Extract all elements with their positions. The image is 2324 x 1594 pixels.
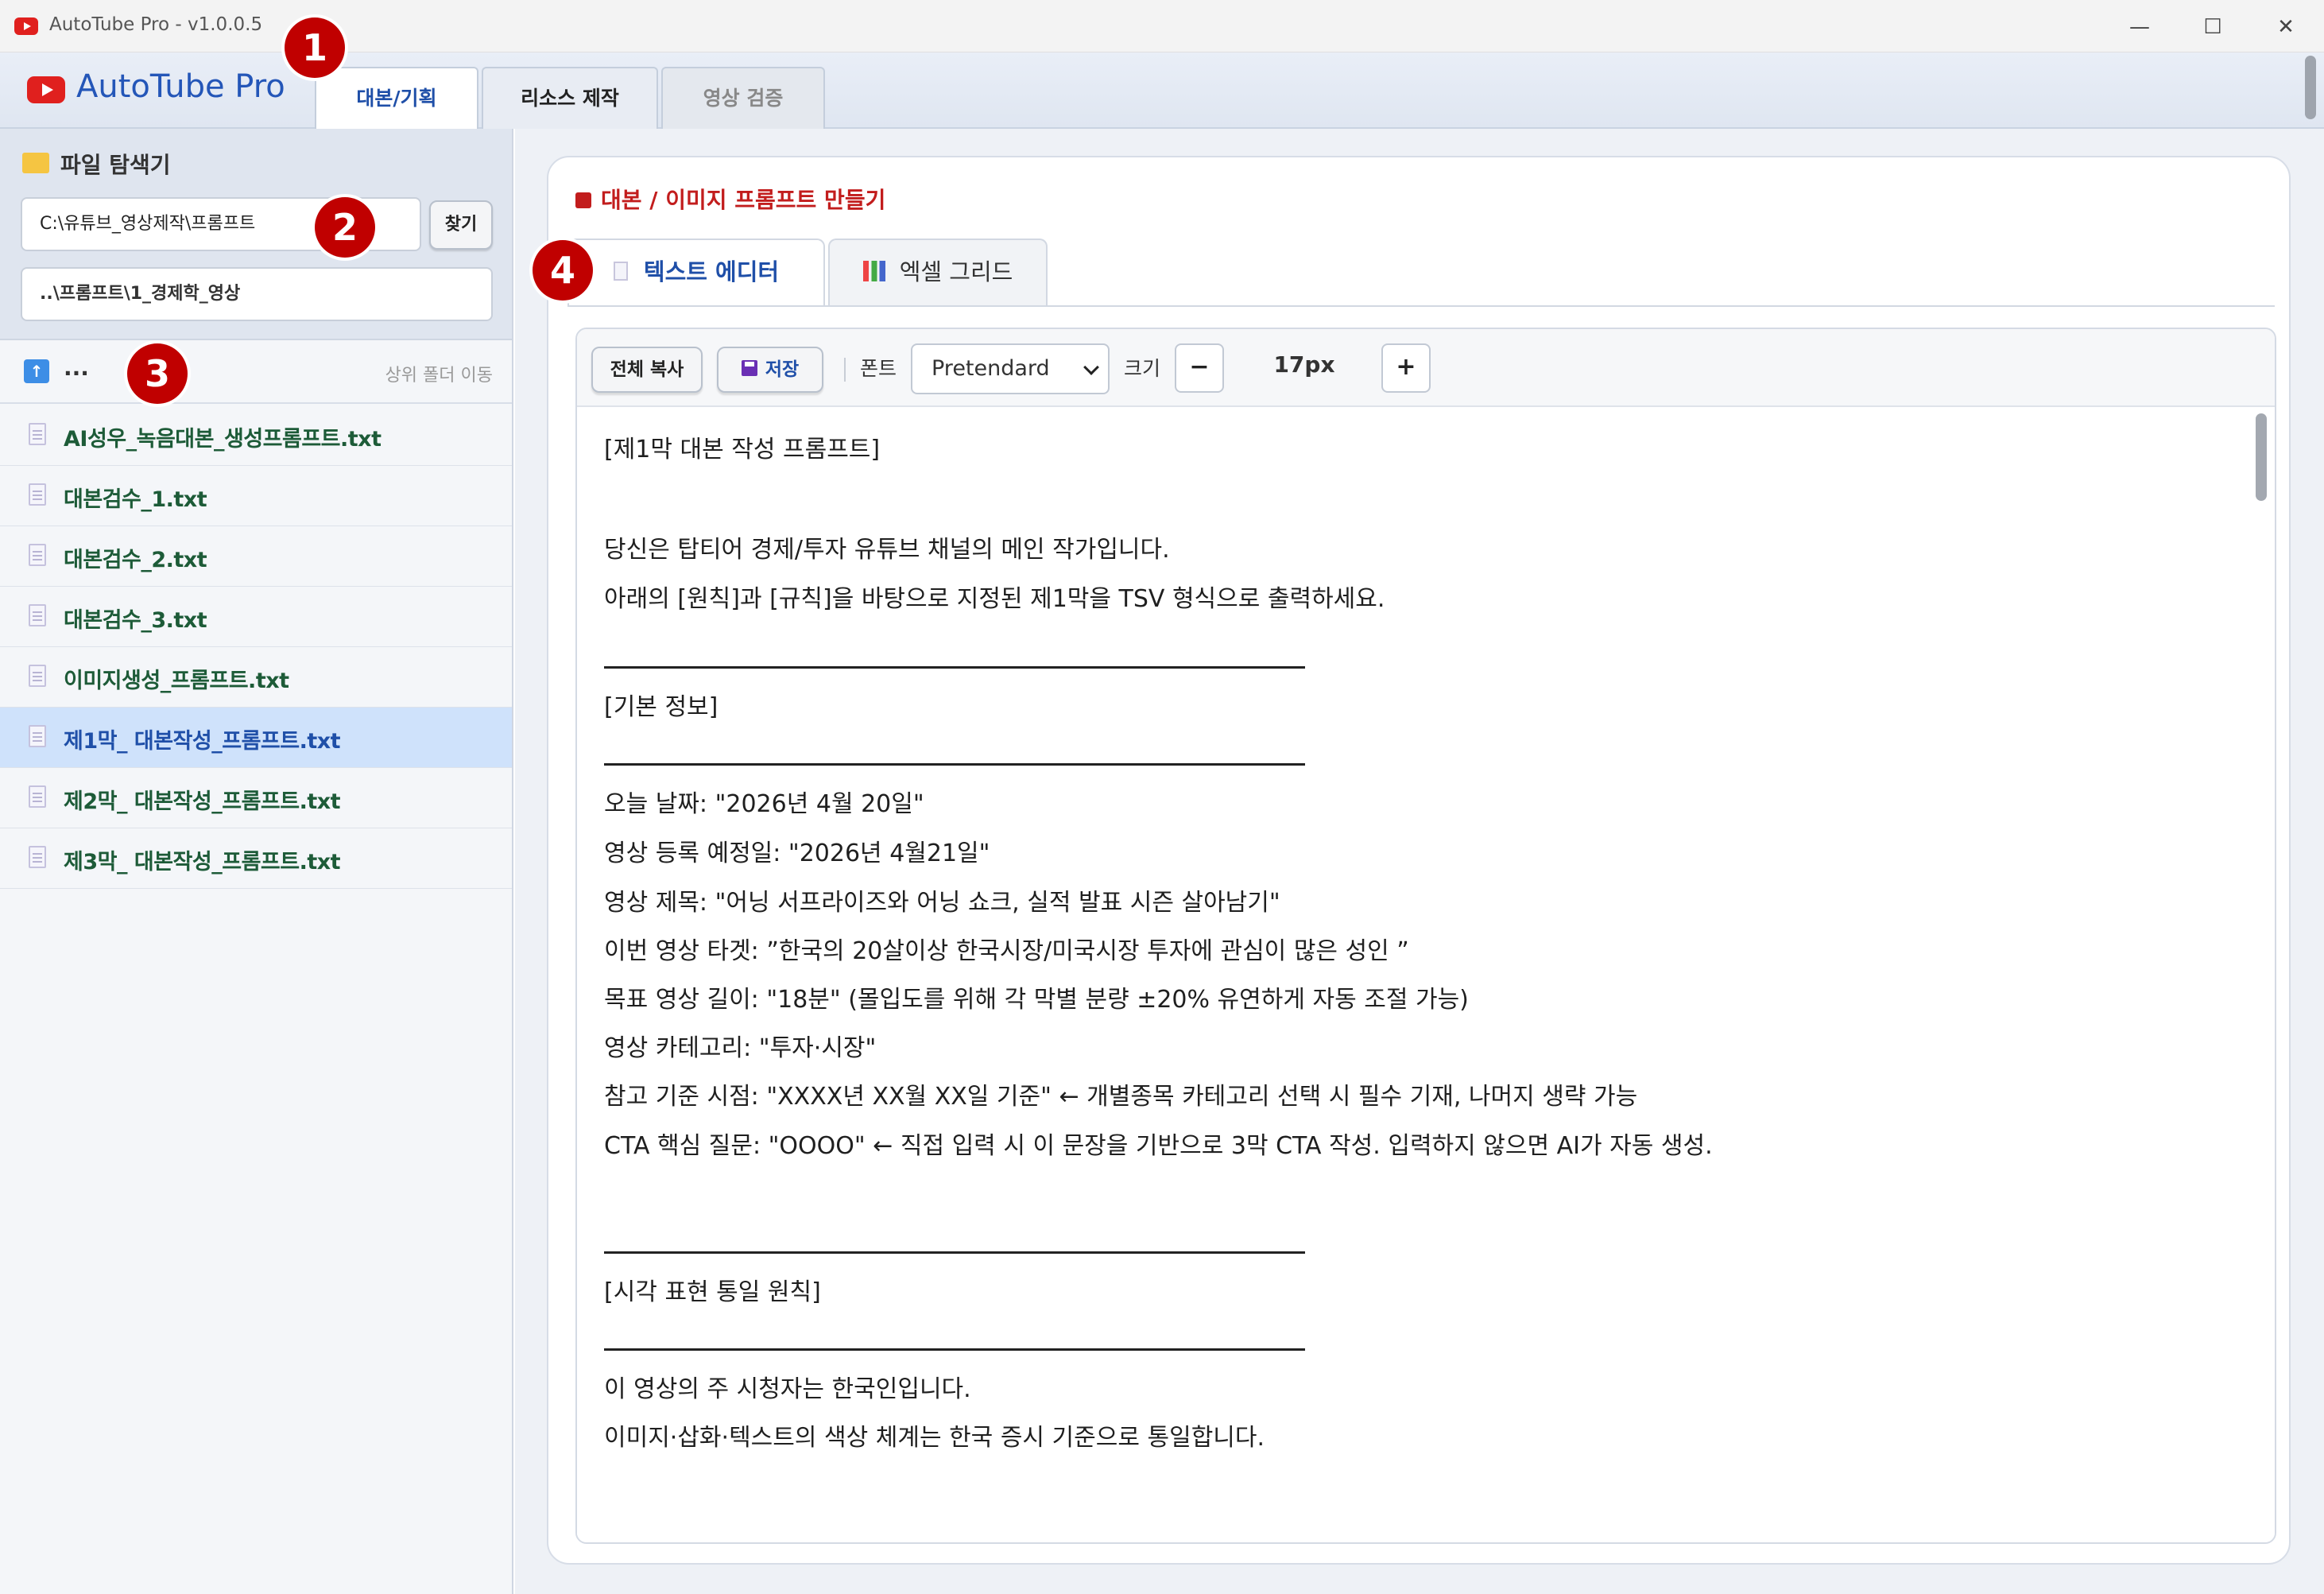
app-icon [14, 17, 38, 35]
file-list: AI성우_녹음대본_생성프롬프트.txt 대본검수_1.txt 대본검수_2.t… [0, 405, 512, 889]
header-scrollbar[interactable] [2305, 56, 2316, 119]
chevron-down-icon [1083, 359, 1099, 375]
editor-line: 목표 영상 길이: "18분" (몰입도를 위해 각 막별 분량 ±20% 유연… [604, 986, 1469, 1014]
tab-script-planning[interactable]: 대본/기획 [315, 67, 478, 130]
annotation-badge-3: 3 [127, 343, 188, 404]
text-editor: 전체 복사 저장 폰트 Pretendard 크기 − 17px + [제1막 … [575, 328, 2276, 1544]
editor-line: 이미지·삽화·텍스트의 색상 체계는 한국 증시 기준으로 통일합니다. [604, 1424, 1265, 1452]
file-item[interactable]: 제2막_ 대본작성_프롬프트.txt [0, 768, 512, 828]
parent-folder-label: ... [64, 355, 89, 381]
decrease-font-size-button[interactable]: − [1175, 343, 1224, 393]
file-name: 제2막_ 대본작성_프롬프트.txt [64, 789, 341, 814]
main-area: 대본 / 이미지 프롬프트 만들기 텍스트 에디터 엑셀 그리드 전체 복사 저… [515, 129, 2324, 1594]
editor-line: 영상 카테고리: "투자·시장" [604, 1034, 877, 1062]
parent-folder-row[interactable]: ↑ ... 상위 폴더 이동 [0, 340, 512, 404]
editor-line: 이번 영상 타겟: ”한국의 20살이상 한국시장/미국시장 투자에 관심이 많… [604, 937, 1409, 965]
editor-line: CTA 핵심 질문: "OOOO" ← 직접 입력 시 이 문장을 기반으로 3… [604, 1132, 1713, 1160]
tab-video-verification[interactable]: 영상 검증 [661, 67, 825, 129]
file-name: 제3막_ 대본작성_프롬프트.txt [64, 850, 341, 875]
text-file-icon [29, 544, 46, 566]
editor-line: 참고 기준 시점: "XXXX년 XX월 XX일 기준" ← 개별종목 카테고리… [604, 1083, 1638, 1111]
toolbar-separator [844, 358, 846, 382]
file-item[interactable]: 대본검수_2.txt [0, 526, 512, 587]
folder-icon [22, 153, 49, 173]
editor-line: [기본 정보] [604, 693, 719, 721]
explorer-controls: 파일 탐색기 C:\유튜브_영상제작\프롬프트 찾기 ..\프롬프트\1_경제학… [0, 129, 512, 340]
editor-line: 영상 등록 예정일: "2026년 4월21일" [604, 840, 990, 867]
font-size-value: 17px [1273, 351, 1335, 378]
separator-rule [604, 1251, 1305, 1254]
separator-rule [604, 1348, 1305, 1351]
document-icon [613, 262, 628, 281]
find-button[interactable]: 찾기 [429, 200, 493, 250]
file-name: 이미지생성_프롬프트.txt [64, 669, 289, 693]
save-button[interactable]: 저장 [717, 347, 823, 393]
annotation-badge-2: 2 [315, 197, 375, 258]
text-file-icon [29, 483, 46, 506]
file-name: 대본검수_3.txt [64, 608, 207, 633]
app-header: AutoTube Pro 대본/기획 리소스 제작 영상 검증 [0, 52, 2324, 130]
separator-rule [604, 763, 1305, 766]
editor-line: 이 영상의 주 시청자는 한국인입니다. [604, 1375, 971, 1403]
file-name: 대본검수_1.txt [64, 487, 207, 512]
file-item[interactable]: 제3막_ 대본작성_프롬프트.txt [0, 828, 512, 889]
chart-icon [862, 261, 885, 281]
prompt-card: 대본 / 이미지 프롬프트 만들기 텍스트 에디터 엑셀 그리드 전체 복사 저… [547, 156, 2291, 1565]
up-arrow-icon: ↑ [24, 359, 49, 383]
current-path-field: ..\프롬프트\1_경제학_영상 [21, 267, 493, 321]
save-icon [741, 360, 757, 376]
save-button-label: 저장 [765, 359, 800, 380]
file-name: 제1막_ 대본작성_프롬프트.txt [64, 729, 341, 754]
file-name: AI성우_녹음대본_생성프롬프트.txt [64, 427, 382, 452]
editor-scrollbar[interactable] [2256, 413, 2267, 501]
file-name: 대본검수_2.txt [64, 548, 207, 572]
editor-line: 오늘 날짜: "2026년 4월 20일" [604, 790, 924, 818]
text-file-icon [29, 423, 46, 445]
parent-folder-hint: 상위 폴더 이동 [385, 366, 493, 386]
increase-font-size-button[interactable]: + [1381, 343, 1431, 393]
editor-line: [시각 표현 통일 원칙] [604, 1278, 821, 1306]
tab-excel-grid[interactable]: 엑셀 그리드 [828, 239, 1048, 305]
editor-line: 당신은 탑티어 경제/투자 유튜브 채널의 메인 작가입니다. [604, 536, 1170, 564]
text-file-icon [29, 604, 46, 626]
app-logo-text: AutoTube Pro [76, 68, 285, 105]
file-explorer-sidebar: 파일 탐색기 C:\유튜브_영상제작\프롬프트 찾기 ..\프롬프트\1_경제학… [0, 129, 520, 1594]
editor-line: 아래의 [원칙]과 [규칙]을 바탕으로 지정된 제1막을 TSV 형식으로 출… [604, 585, 1385, 613]
editor-toolbar: 전체 복사 저장 폰트 Pretendard 크기 − 17px + [577, 329, 2275, 407]
annotation-badge-4: 4 [533, 240, 593, 301]
maximize-button[interactable]: ☐ [2189, 10, 2237, 45]
tab-excel-grid-label: 엑셀 그리드 [899, 258, 1013, 285]
title-bar: AutoTube Pro - v1.0.0.5 — ☐ ✕ [0, 0, 2324, 52]
text-file-icon [29, 665, 46, 687]
file-item[interactable]: AI성우_녹음대본_생성프롬프트.txt [0, 405, 512, 466]
text-file-icon [29, 846, 46, 868]
editor-line: 영상 제목: "어닝 서프라이즈와 어닝 쇼크, 실적 발표 시즌 살아남기" [604, 889, 1280, 917]
font-select[interactable]: Pretendard [911, 343, 1110, 394]
copy-all-button[interactable]: 전체 복사 [591, 347, 703, 393]
separator-rule [604, 666, 1305, 669]
explorer-title: 파일 탐색기 [60, 152, 171, 178]
size-label: 크기 [1124, 357, 1161, 380]
text-file-icon [29, 725, 46, 747]
close-button[interactable]: ✕ [2262, 10, 2310, 45]
minimize-button[interactable]: — [2116, 10, 2163, 45]
file-item[interactable]: 대본검수_1.txt [0, 466, 512, 526]
tab-text-editor-label: 텍스트 에디터 [643, 258, 780, 285]
font-select-value: Pretendard [932, 356, 1050, 381]
text-file-icon [29, 785, 46, 808]
tab-resource-production[interactable]: 리소스 제작 [482, 67, 658, 129]
font-label: 폰트 [860, 357, 897, 380]
title-bullet-icon [575, 192, 591, 208]
logo-icon [27, 76, 65, 103]
annotation-badge-1: 1 [285, 17, 345, 78]
subtab-divider [567, 305, 2275, 307]
window-title: AutoTube Pro - v1.0.0.5 [49, 14, 263, 35]
editor-line: [제1막 대본 작성 프롬프트] [604, 436, 881, 463]
file-item[interactable]: 대본검수_3.txt [0, 587, 512, 647]
card-title: 대본 / 이미지 프롬프트 만들기 [601, 187, 886, 213]
tab-text-editor[interactable]: 텍스트 에디터 [567, 239, 825, 307]
file-item-selected[interactable]: 제1막_ 대본작성_프롬프트.txt [0, 708, 512, 768]
file-item[interactable]: 이미지생성_프롬프트.txt [0, 647, 512, 708]
editor-text-area[interactable]: [제1막 대본 작성 프롬프트] 당신은 탑티어 경제/투자 유튜브 채널의 메… [577, 407, 2275, 1542]
